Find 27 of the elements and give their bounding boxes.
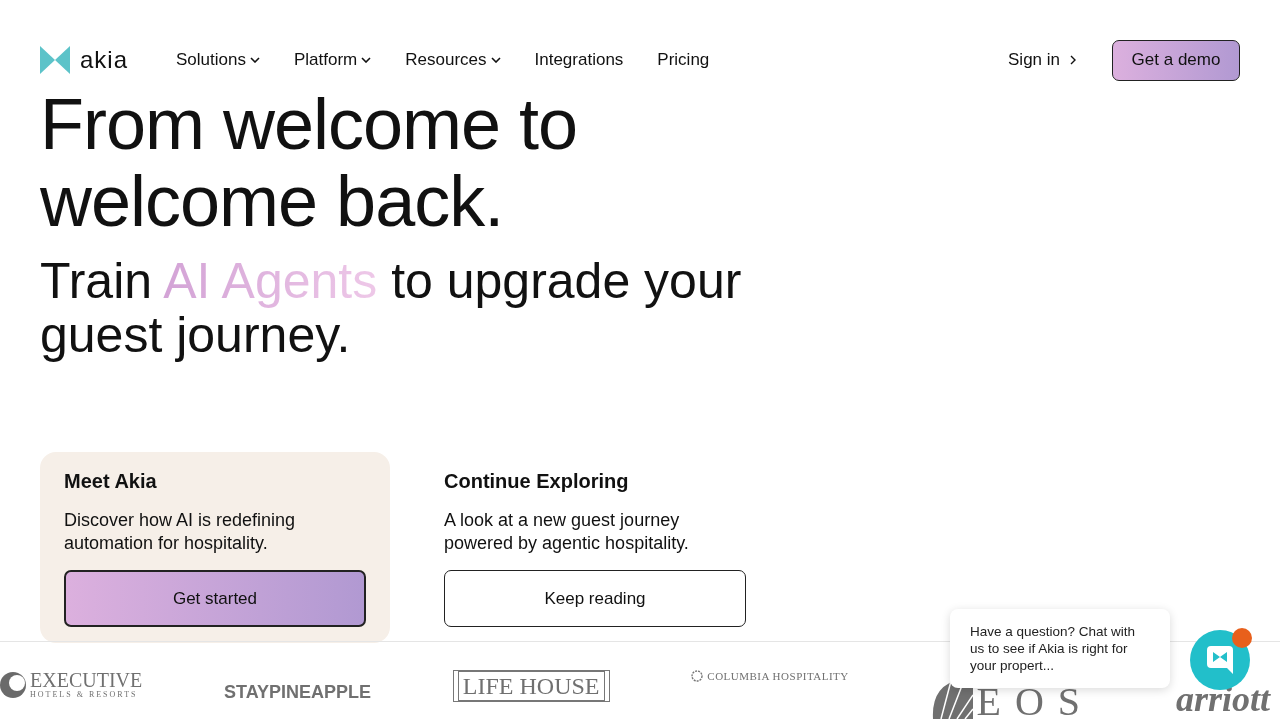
brand-name[interactable]: akia — [80, 46, 129, 74]
chevron-right-icon — [1070, 55, 1076, 65]
logo-icon — [40, 46, 70, 74]
nav-link[interactable]: Resources — [405, 50, 501, 70]
logo-text: STAYPINEAPPLE — [224, 682, 372, 703]
card-button[interactable]: Get started — [64, 570, 366, 627]
card-title: Meet Akia — [64, 470, 158, 493]
nav-link[interactable]: Platform — [293, 50, 372, 70]
chat-icon — [1207, 646, 1233, 674]
get-demo-button[interactable]: Get a demo — [1112, 39, 1240, 81]
chat-bubble[interactable]: Have a question? Chat with us to see if Akia is right for your propert... — [950, 609, 1170, 688]
nav-link[interactable]: Pricing — [657, 50, 710, 70]
hero-subtitle: Train AI Agents to upgrade your guest journey. — [40, 254, 743, 362]
card-button[interactable]: Keep reading — [444, 570, 746, 627]
logo-text: LIFE HOUSE — [457, 671, 605, 701]
card-title: Continue Exploring — [444, 470, 630, 493]
logo-text: HOTELS & RESORTS — [30, 690, 139, 699]
logo-text: COLUMBIA HOSPITALITY — [707, 670, 849, 682]
ring-icon — [691, 670, 704, 682]
nav-link[interactable]: Integrations — [534, 50, 624, 70]
sign-in-link[interactable]: Sign in — [1008, 50, 1076, 70]
card-text: Discover how AI is redefining automation for hospitality. — [64, 509, 297, 555]
nav-link[interactable]: Solutions — [176, 50, 260, 70]
logo-text: arriott — [1175, 678, 1270, 720]
hero-title: From welcome to welcome back. — [40, 86, 579, 240]
card-text: A look at a new guest journey powered by agentic hospitality. — [444, 509, 690, 555]
logo-text: EXECUTIVE — [30, 670, 143, 690]
